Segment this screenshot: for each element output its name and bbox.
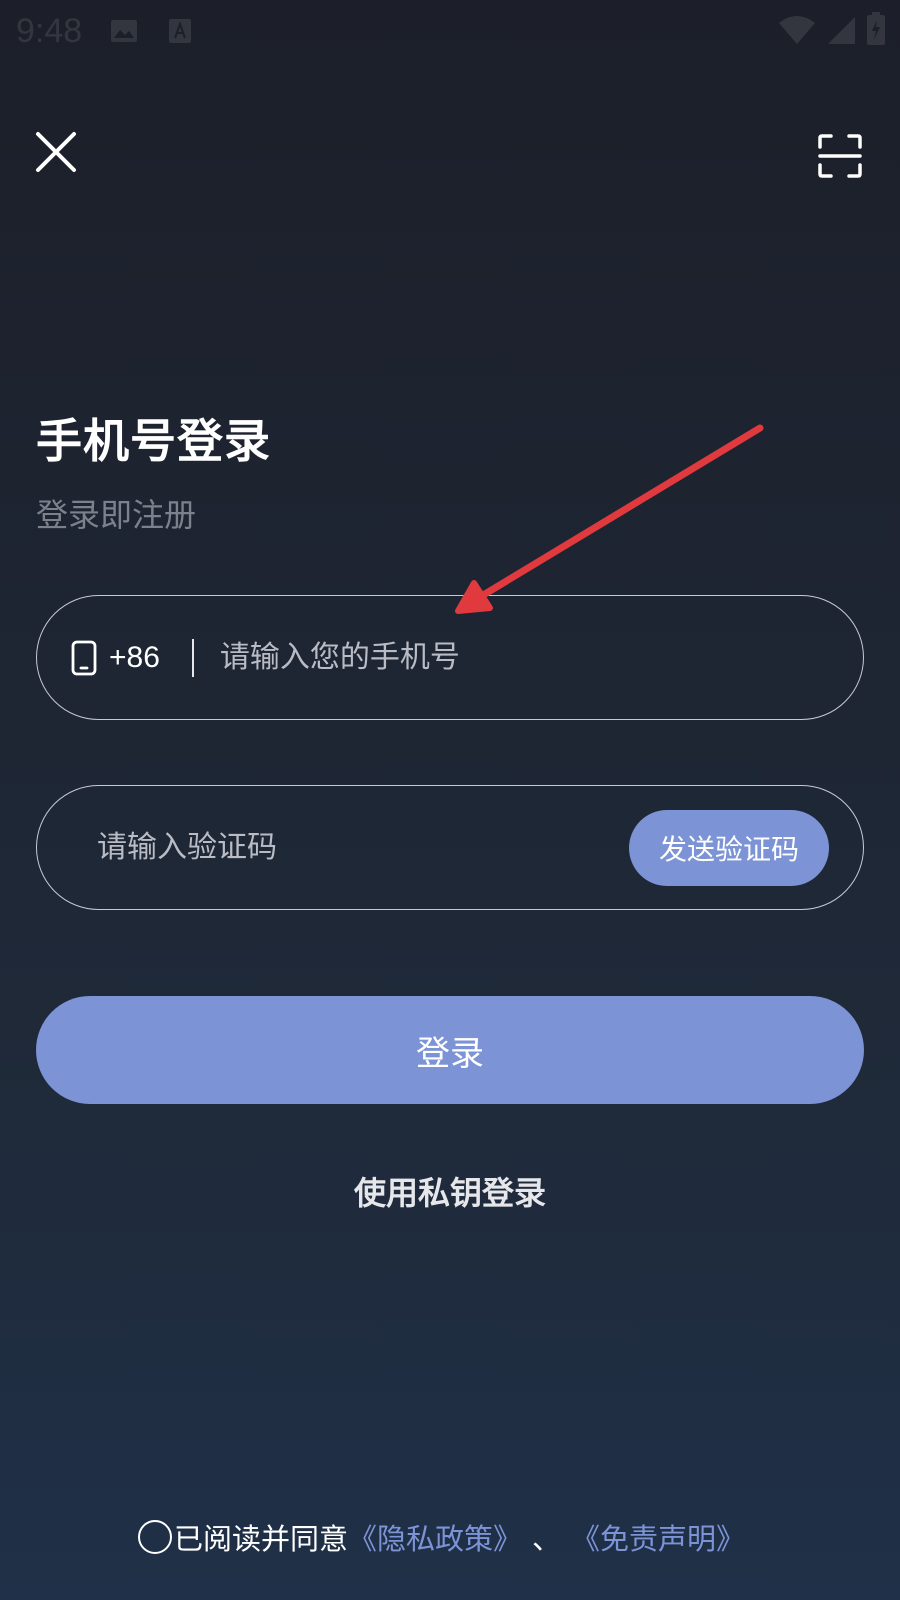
signal-icon — [826, 14, 856, 54]
scan-icon — [818, 134, 862, 178]
status-time: 9:48 — [16, 11, 83, 50]
battery-icon — [866, 12, 886, 55]
scan-button[interactable] — [818, 134, 862, 178]
code-field[interactable]: 发送验证码 — [36, 785, 864, 910]
verification-code-input[interactable] — [97, 830, 629, 865]
status-bar: 9:48 — [0, 0, 900, 62]
agreement-prefix: 已阅读并同意 — [174, 1522, 349, 1556]
phone-input[interactable] — [219, 640, 863, 675]
wifi-icon — [778, 14, 816, 54]
image-icon — [110, 19, 138, 43]
agreement-separator: 、 — [532, 1522, 562, 1556]
send-code-button[interactable]: 发送验证码 — [629, 809, 829, 886]
divider — [191, 638, 194, 677]
login-button[interactable]: 登录 — [36, 996, 864, 1104]
close-button[interactable] — [34, 130, 78, 174]
page-subtitle: 登录即注册 — [36, 496, 197, 534]
disclaimer-link[interactable]: 《免责声明》 — [571, 1516, 745, 1558]
private-key-login-link[interactable]: 使用私钥登录 — [0, 1168, 900, 1214]
close-icon — [36, 132, 76, 172]
agreement-row: 已阅读并同意 《隐私政策》 、 《免责声明》 — [138, 1516, 745, 1558]
phone-icon — [71, 640, 97, 676]
phone-field[interactable]: +86 — [36, 595, 864, 720]
page-title: 手机号登录 — [36, 414, 271, 468]
country-code[interactable]: +86 — [109, 641, 160, 675]
agree-checkbox[interactable] — [138, 1520, 172, 1554]
privacy-policy-link[interactable]: 《隐私政策》 — [348, 1516, 522, 1558]
font-icon — [168, 18, 192, 44]
